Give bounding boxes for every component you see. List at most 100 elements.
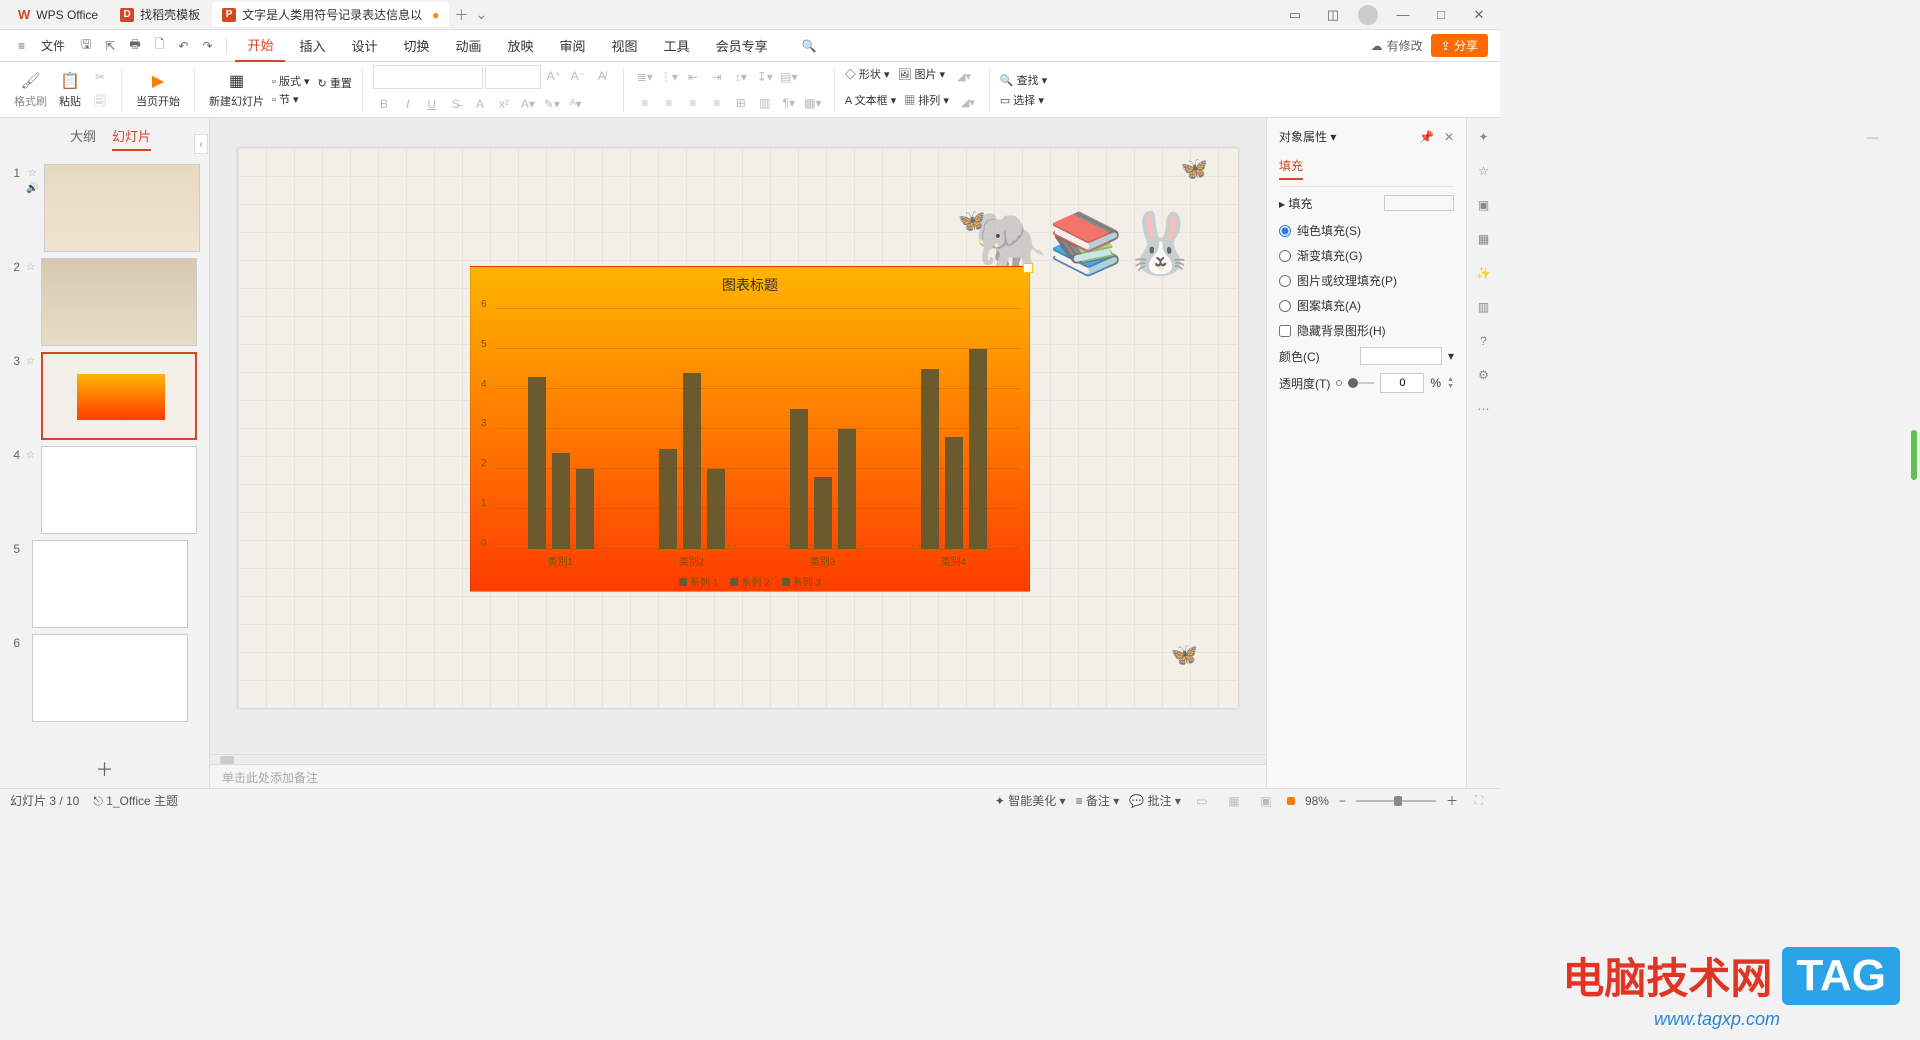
ribbon-start[interactable]: 开始 [235,29,285,62]
slide-thumb-3[interactable]: 3☆ [0,349,209,443]
rail-collapse-icon[interactable]: — [1864,128,1882,146]
more-icon[interactable]: ⋯ [1475,400,1493,418]
transparency-input[interactable] [1380,373,1424,393]
selection-handle[interactable] [1023,263,1033,273]
search-icon[interactable]: 🔍 [796,37,823,55]
undo-icon[interactable]: ↶ [172,37,194,55]
save-icon[interactable]: 🖫 [75,33,97,58]
new-slide-button[interactable]: ▦新建幻灯片 [205,71,268,109]
ribbon-view[interactable]: 视图 [600,30,650,61]
picture-button[interactable]: 🖼 图片 ▾ [897,66,945,88]
template-icon[interactable]: ▦ [1475,230,1493,248]
arrange-button[interactable]: ▦ 排列 ▾ [904,92,949,114]
ribbon-design[interactable]: 设计 [339,30,389,61]
ribbon-slideshow[interactable]: 放映 [496,30,546,61]
view-reading-icon[interactable]: ▣ [1255,790,1277,812]
stepper-down[interactable]: ▼ [1447,383,1454,390]
star-icon[interactable]: ☆ [1475,162,1493,180]
redo-icon[interactable]: ↷ [196,37,218,55]
export-icon[interactable]: ⇱ [99,37,121,55]
outline-tab[interactable]: 大纲 [70,126,96,151]
print-preview-icon[interactable]: 🗋 [149,33,171,58]
effects-icon[interactable]: ✨ [1475,264,1493,282]
cube-icon[interactable]: ◫ [1320,7,1346,23]
layers-icon[interactable]: ▣ [1475,196,1493,214]
settings-icon[interactable]: ⚙ [1475,366,1493,384]
shape-button[interactable]: ◇ 形状 ▾ [845,66,890,88]
tab-add[interactable]: ＋ [451,5,471,25]
slide-thumb-1[interactable]: 1☆🔊 [0,161,209,255]
stepper-up[interactable]: ▲ [1447,376,1454,383]
modified-badge[interactable]: ☁ 有修改 [1371,37,1423,54]
minimize-button[interactable]: — [1390,7,1416,22]
ai-assist-icon[interactable]: ✦ [1475,128,1493,146]
remarks-button[interactable]: ≡ 备注 ▾ [1076,792,1120,809]
comments-button[interactable]: 💬 批注 ▾ [1129,792,1181,809]
find-button[interactable]: 🔍 查找 ▾ [1000,72,1047,88]
beautify-button[interactable]: ✦ 智能美化 ▾ [995,792,1066,809]
slide-canvas[interactable]: 🦋 🐘📚🐰 🦋 🦋 图表标题 6543210 类别1类别2类别3类别4 系列 1… [238,148,1238,708]
ribbon-tools[interactable]: 工具 [652,30,702,61]
ribbon-insert[interactable]: 插入 [287,30,337,61]
share-button[interactable]: ⇪ 分享 [1431,34,1488,57]
zoom-in-button[interactable]: ＋ [1446,792,1458,809]
paste-button[interactable]: 📋粘贴 [55,71,85,109]
print-icon[interactable]: 🖶 [123,33,146,58]
fill-section-header[interactable]: ▸ 填充 [1279,195,1454,218]
textbox-button[interactable]: A 文本框 ▾ [845,92,896,114]
theme-label[interactable]: ⎋ 1_Office 主题 [93,792,178,809]
reader-mode-icon[interactable]: ▭ [1282,7,1308,23]
zoom-slider[interactable] [1356,800,1436,802]
user-avatar[interactable] [1358,5,1378,25]
section-button[interactable]: ▫ 节 ▾ [272,91,310,107]
chart-object[interactable]: 图表标题 6543210 类别1类别2类别3类别4 系列 1系列 2系列 3 [470,266,1030,592]
close-panel-icon[interactable]: ✕ [1444,130,1454,144]
slide-thumb-4[interactable]: 4☆ [0,443,209,537]
transparency-slider[interactable] [1348,382,1374,384]
slides-tab[interactable]: 幻灯片 [112,126,151,151]
file-menu[interactable]: 文件 [33,33,73,58]
tab-wps[interactable]: WWPS Office [8,3,108,26]
fill-tab[interactable]: 填充 [1279,153,1303,180]
close-button[interactable]: ✕ [1466,7,1492,23]
ribbon-transition[interactable]: 切换 [391,30,441,61]
vertical-scrollbar[interactable] [1911,430,1917,480]
fit-screen-icon[interactable]: ⛶ [1468,790,1490,812]
notes-area[interactable]: 单击此处添加备注 [210,764,1266,788]
from-current-button[interactable]: ▶当页开始 [132,71,184,109]
fill-color-icon[interactable]: ◢▾ [953,66,975,88]
slide-list[interactable]: 1☆🔊 2☆ 3☆ 4☆ 5 6 [0,155,209,750]
gradient-fill-radio[interactable]: 渐变填充(G) [1279,243,1454,268]
collapse-panel-button[interactable]: ‹ [194,134,208,154]
tab-docker[interactable]: D找稻壳模板 [110,2,210,27]
color-picker[interactable] [1360,347,1442,365]
view-normal-icon[interactable]: ▭ [1191,790,1213,812]
slide-thumb-6[interactable]: 6 [0,631,209,725]
view-sorter-icon[interactable]: ▦ [1223,790,1245,812]
select-button[interactable]: ▭ 选择 ▾ [1000,92,1047,108]
horizontal-scrollbar[interactable] [220,756,234,764]
color-dropdown-icon[interactable]: ▾ [1448,349,1454,363]
pattern-fill-radio[interactable]: 图案填充(A) [1279,293,1454,318]
maximize-button[interactable]: □ [1428,7,1454,22]
slide-lib-icon[interactable]: ▥ [1475,298,1493,316]
play-indicator-icon[interactable] [1287,797,1295,805]
font-size-select[interactable] [485,65,541,89]
ribbon-member[interactable]: 会员专享 [704,30,780,61]
ribbon-animation[interactable]: 动画 [444,30,494,61]
add-slide-button[interactable]: ＋ [0,750,209,788]
pin-icon[interactable]: 📌 [1419,130,1434,144]
tab-dropdown[interactable]: ⌄ [471,6,491,23]
copy-icon[interactable]: 🗐 [89,92,111,114]
menu-icon[interactable]: ≡ [12,37,31,55]
outline-color-icon[interactable]: ◢▾ [957,92,979,114]
font-family-select[interactable] [373,65,483,89]
cut-icon[interactable]: ✂ [89,66,111,88]
picture-fill-radio[interactable]: 图片或纹理填充(P) [1279,268,1454,293]
solid-fill-radio[interactable]: 纯色填充(S) [1279,218,1454,243]
zoom-out-button[interactable]: − [1339,794,1346,808]
reset-button[interactable]: ↻ 重置 [318,75,352,91]
fill-type-dropdown[interactable] [1384,195,1454,211]
slide-thumb-2[interactable]: 2☆ [0,255,209,349]
zoom-level[interactable]: 98% [1305,794,1329,808]
